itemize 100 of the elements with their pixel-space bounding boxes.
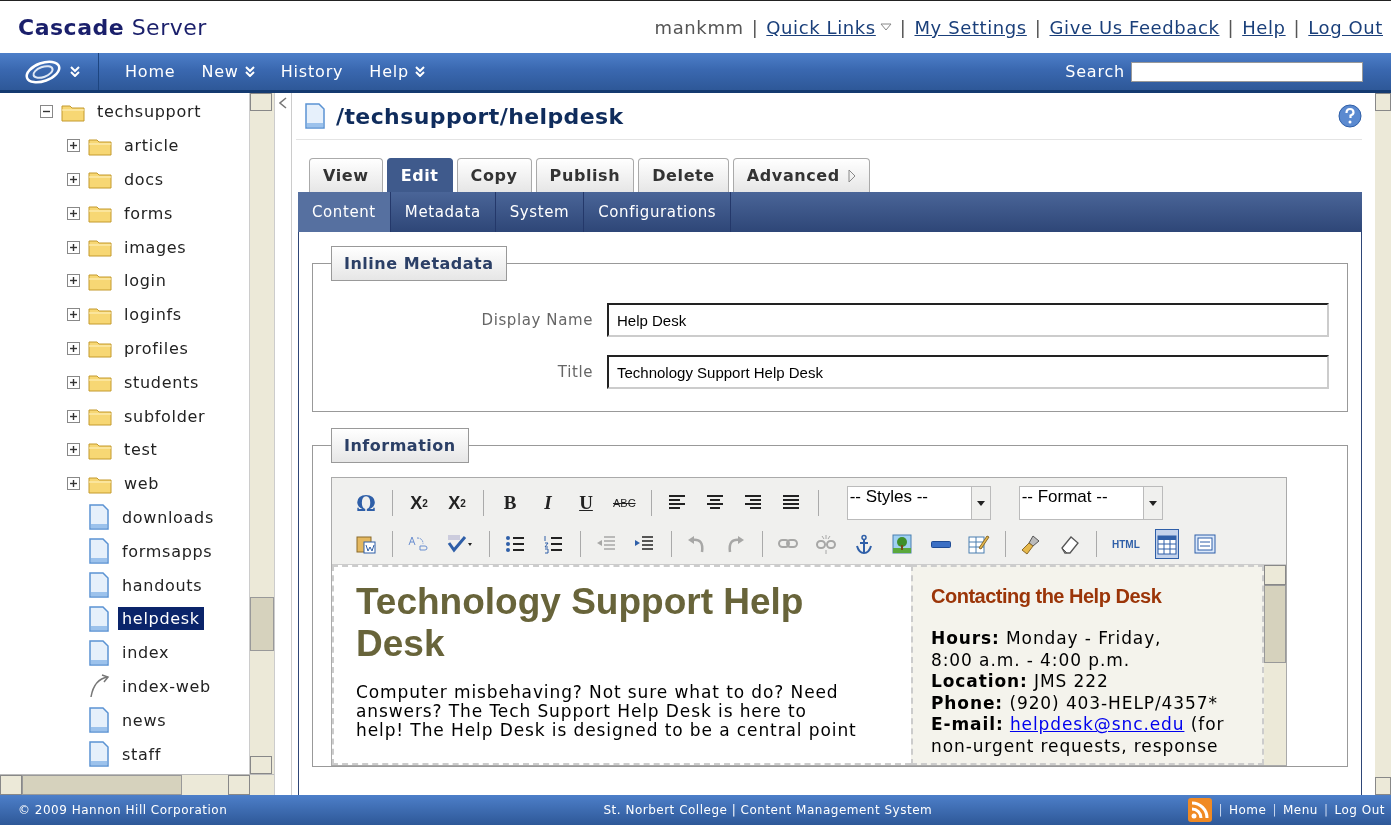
tree-item[interactable]: docs <box>120 168 168 191</box>
dropdown-triangle-icon <box>879 23 892 31</box>
collapse-icon[interactable] <box>40 105 53 119</box>
page-icon <box>88 572 110 599</box>
nav-menu-item[interactable]: History <box>280 62 344 81</box>
folder-icon <box>88 406 112 427</box>
tree-item[interactable]: test <box>120 438 162 462</box>
tree-item[interactable]: helpdesk <box>118 607 204 631</box>
toolbar-button[interactable]: I <box>536 488 560 518</box>
search-field[interactable] <box>1131 61 1363 82</box>
tab[interactable]: Delete <box>638 158 729 192</box>
tree-item[interactable]: index-web <box>118 674 215 698</box>
toolbar-button[interactable]: U <box>574 488 598 518</box>
tree-item[interactable]: handouts <box>118 573 207 597</box>
expand-icon[interactable] <box>67 274 80 288</box>
separator: | <box>1218 803 1223 817</box>
tree-item[interactable]: forms <box>120 201 178 225</box>
tree-item[interactable]: students <box>120 370 204 394</box>
toolbar-button[interactable]: B <box>498 488 522 518</box>
double-chevron-icon[interactable] <box>70 66 80 77</box>
toolbar-button[interactable]: X$^{2}$ <box>445 488 469 518</box>
expand-icon[interactable] <box>67 308 80 322</box>
expand-icon[interactable] <box>67 240 80 254</box>
separator: | <box>1293 16 1301 38</box>
text-field[interactable]: Technology Support Help Desk <box>607 355 1329 389</box>
contact-line: Phone: (920) 403-HELP/4357* <box>931 692 1219 715</box>
tree-item[interactable]: login <box>120 269 171 293</box>
tree-item[interactable]: index <box>118 641 174 665</box>
header-link[interactable]: Give Us Feedback <box>1049 16 1220 38</box>
footer-link[interactable]: Home <box>1229 803 1267 817</box>
tree-item[interactable]: formsapps <box>118 539 217 563</box>
footer-link[interactable]: Menu <box>1283 803 1318 817</box>
scrollbar[interactable] <box>0 774 274 795</box>
expand-icon[interactable] <box>67 443 80 457</box>
contact-line: E-mail: helpdesk@snc.edu (for non-urgent requests, response <box>931 714 1226 758</box>
triangle-right-icon <box>847 168 856 183</box>
tab[interactable]: Publish <box>535 158 635 192</box>
scrollbar[interactable] <box>1264 565 1286 765</box>
dropdown[interactable]: -- Format -- <box>1018 486 1163 520</box>
tab[interactable]: Copy <box>456 158 532 192</box>
rss-icon[interactable] <box>1188 798 1213 822</box>
dropdown-arrow-icon[interactable] <box>976 500 985 506</box>
sub-tab[interactable]: Content <box>298 192 391 232</box>
nav-menu-item[interactable]: New <box>201 62 255 81</box>
tree-item[interactable]: web <box>120 472 164 496</box>
tree-item[interactable]: loginfs <box>120 303 186 327</box>
separator: | <box>1227 16 1235 38</box>
header-link[interactable]: Help <box>1242 16 1286 38</box>
tree-item[interactable]: profiles <box>120 336 193 360</box>
scrollbar[interactable] <box>249 93 274 774</box>
expand-icon[interactable] <box>67 173 80 186</box>
folder-icon <box>88 372 112 393</box>
email-link[interactable]: helpdesk@snc.edu <box>1009 714 1185 735</box>
sub-tab[interactable]: Metadata <box>390 192 496 232</box>
expand-icon[interactable] <box>67 139 80 153</box>
page-icon <box>88 504 110 531</box>
tree-item[interactable]: subfolder <box>120 404 210 428</box>
dropdown[interactable]: -- Styles -- <box>846 486 991 520</box>
nav-menu-item[interactable]: Home <box>125 62 176 81</box>
header-link[interactable]: My Settings <box>914 16 1027 38</box>
contact-line: Location: JMS 222 <box>931 671 1110 693</box>
sub-tab[interactable]: Configurations <box>584 192 732 232</box>
tree-item[interactable]: staff <box>118 742 166 766</box>
logo-swirl-icon[interactable] <box>24 58 62 85</box>
toolbar-button[interactable]: ABC <box>612 488 637 518</box>
tree-item[interactable]: news <box>118 708 171 732</box>
quick-links-menu[interactable]: Quick Links <box>766 16 892 38</box>
tab[interactable]: Edit <box>386 158 453 192</box>
scrollbar[interactable] <box>1375 93 1391 795</box>
contact-line: 8:00 a.m. - 4:00 p.m. <box>931 649 1131 672</box>
expand-icon[interactable] <box>67 477 80 491</box>
curve-arrow-icon <box>88 673 110 700</box>
text-field[interactable]: Help Desk <box>607 303 1329 337</box>
sidebar-heading: Contacting the Help Desk <box>931 585 1163 608</box>
sub-tab[interactable]: System <box>495 192 585 232</box>
search-label: Search <box>1065 62 1125 81</box>
footer-link[interactable]: Log Out <box>1334 803 1385 817</box>
page-icon <box>88 538 110 565</box>
expand-icon[interactable] <box>67 375 80 389</box>
tab[interactable]: Advanced <box>732 158 870 192</box>
image-icon <box>892 533 914 555</box>
tree-item[interactable]: downloads <box>118 505 218 529</box>
toolbar-button[interactable]: Ω <box>354 488 378 518</box>
numbered-list-icon <box>543 533 565 555</box>
tree-item[interactable]: article <box>120 134 184 158</box>
expand-icon[interactable] <box>67 206 80 220</box>
toolbar-button[interactable]: HTML <box>1111 529 1141 559</box>
expand-icon[interactable] <box>67 409 80 423</box>
tree-item[interactable]: techsupport <box>93 100 206 124</box>
help-icon[interactable] <box>1338 104 1362 128</box>
checkmark-icon <box>446 533 474 555</box>
separator: | <box>1034 16 1042 38</box>
expand-icon[interactable] <box>67 341 80 355</box>
tree-item[interactable]: images <box>120 235 191 259</box>
toolbar-button[interactable] <box>1154 529 1179 559</box>
dropdown-arrow-icon[interactable] <box>1148 500 1157 506</box>
header-link[interactable]: Log Out <box>1308 16 1383 38</box>
nav-menu-item[interactable]: Help <box>369 62 425 81</box>
separator: | <box>1272 803 1277 817</box>
tab[interactable]: View <box>309 158 383 192</box>
